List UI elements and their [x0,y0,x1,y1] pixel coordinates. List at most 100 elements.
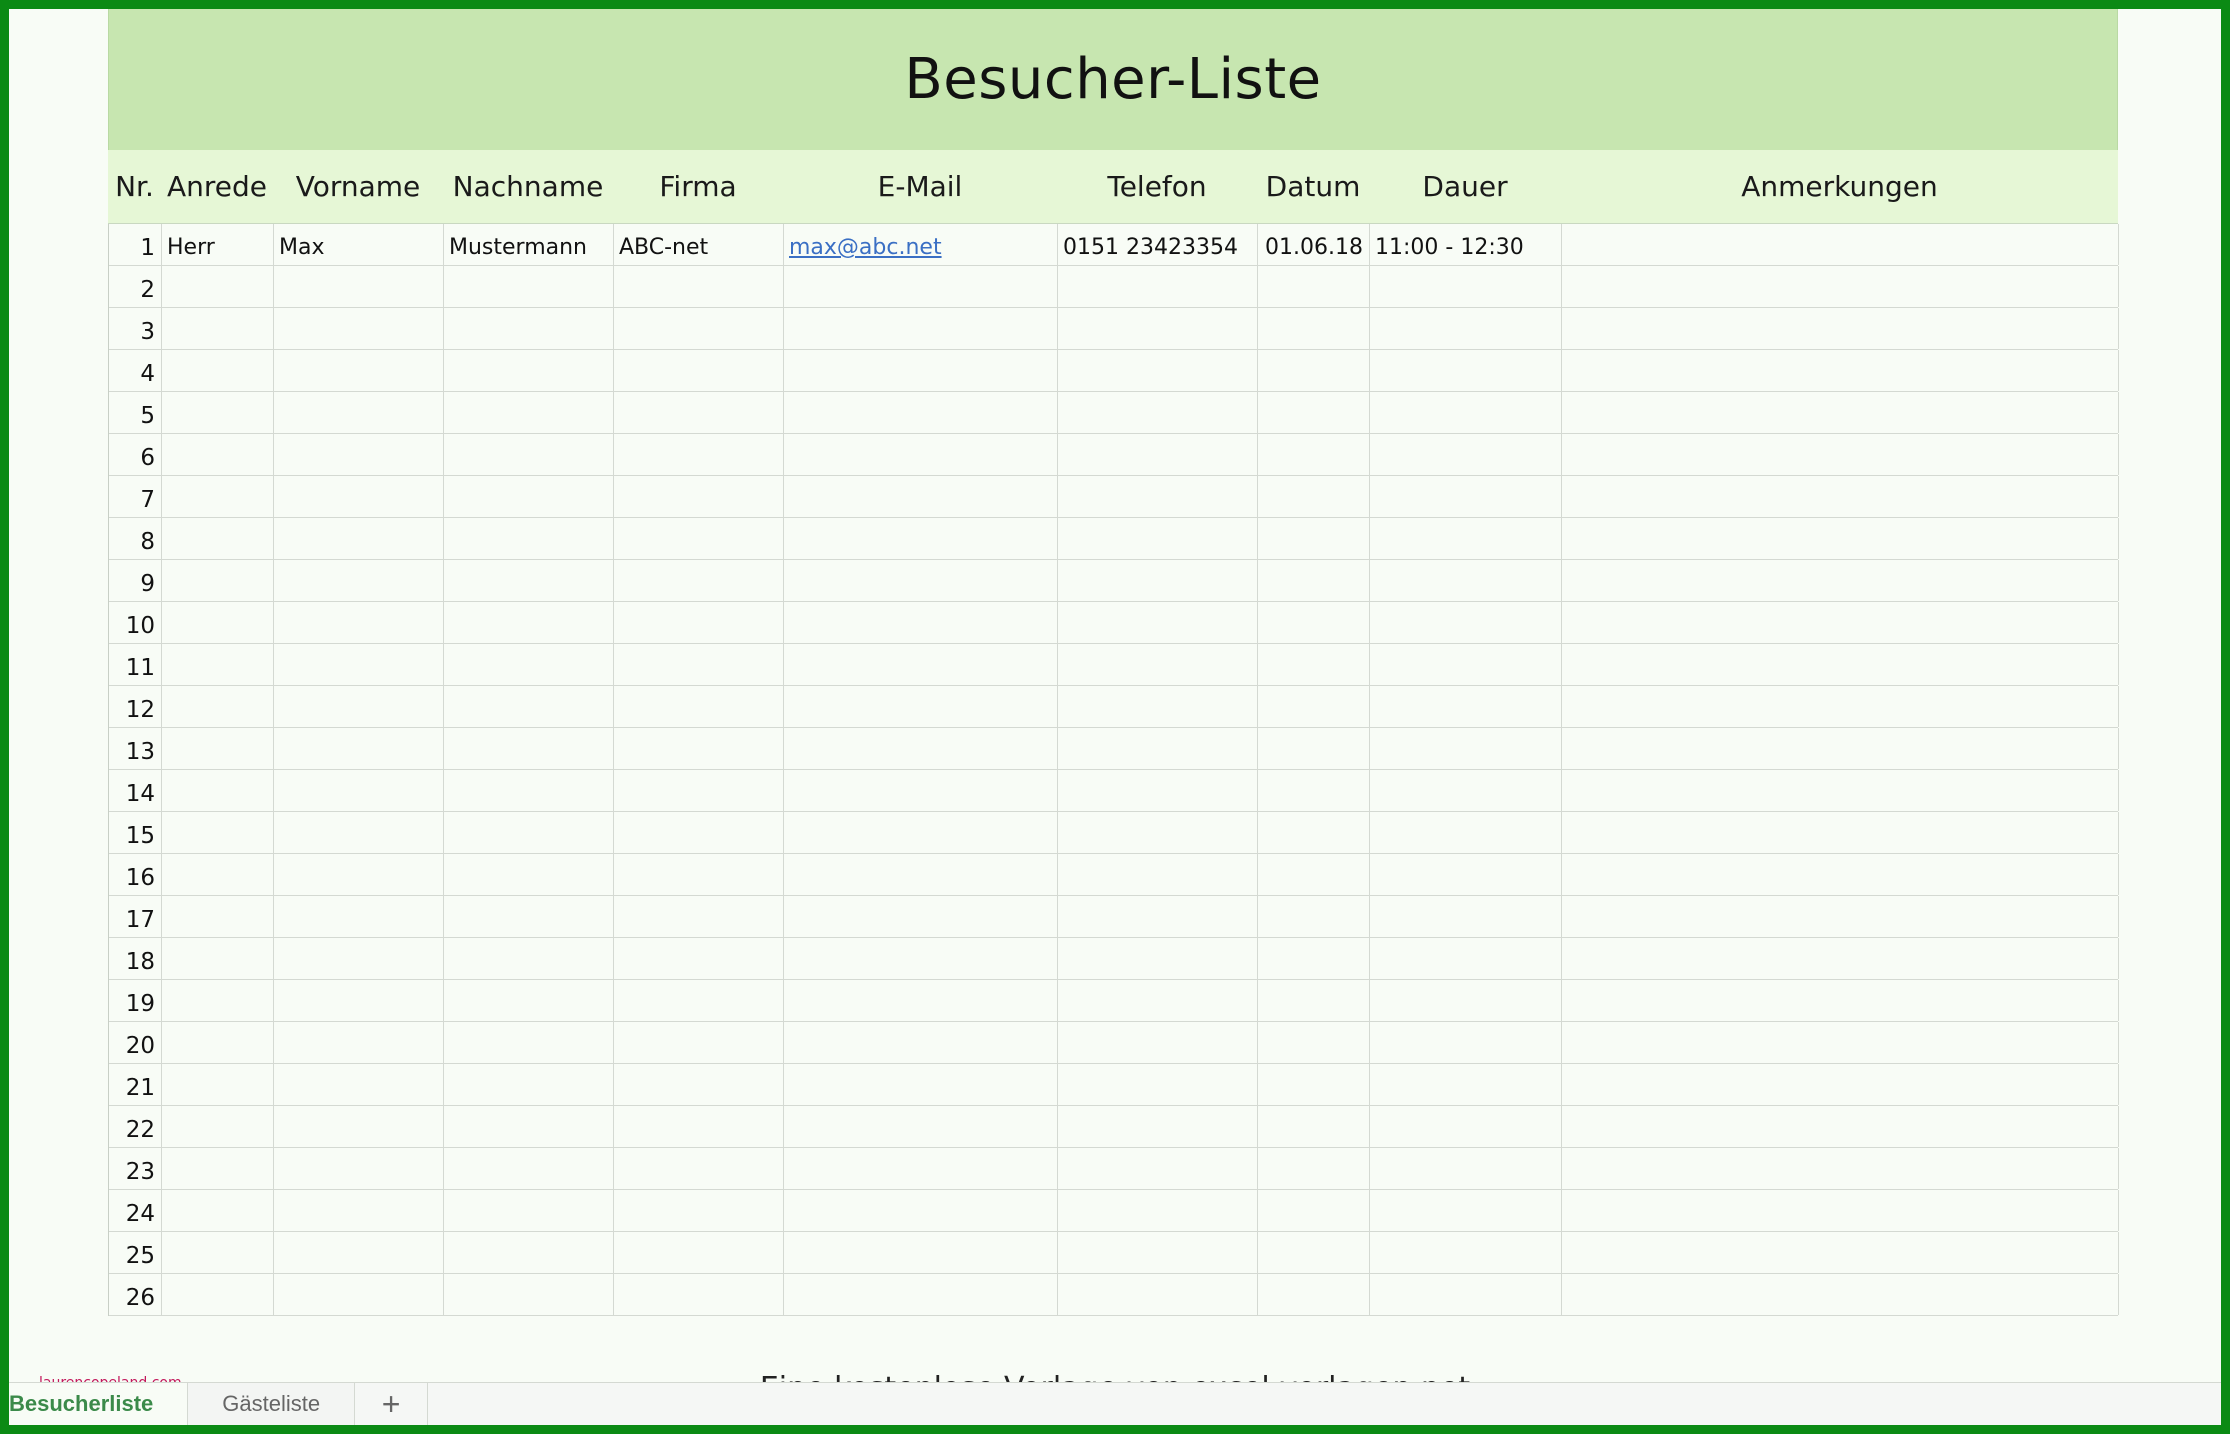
cell-firma[interactable] [614,854,784,895]
cell-email[interactable] [784,434,1058,475]
cell-firma[interactable] [614,1064,784,1105]
cell-email[interactable] [784,854,1058,895]
cell-telefon[interactable] [1058,854,1258,895]
cell-nachname[interactable]: Mustermann [444,224,614,265]
column-header-anmerkungen[interactable]: Anmerkungen [1561,150,2118,223]
cell-dauer[interactable] [1370,308,1562,349]
cell-email[interactable] [784,896,1058,937]
cell-firma[interactable] [614,518,784,559]
cell-telefon[interactable] [1058,1190,1258,1231]
cell-anmerkungen[interactable] [1562,1274,2119,1315]
cell-anrede[interactable] [162,1190,274,1231]
cell-dauer[interactable] [1370,686,1562,727]
column-header-firma[interactable]: Firma [613,150,783,223]
cell-firma[interactable] [614,308,784,349]
cell-vorname[interactable] [274,1022,444,1063]
cell-telefon[interactable] [1058,1022,1258,1063]
cell-datum[interactable] [1258,1106,1370,1147]
cell-firma[interactable] [614,1190,784,1231]
column-header-telefon[interactable]: Telefon [1057,150,1257,223]
cell-anmerkungen[interactable] [1562,602,2119,643]
cell-nr[interactable]: 13 [109,728,162,769]
cell-anrede[interactable] [162,728,274,769]
cell-email[interactable] [784,644,1058,685]
cell-vorname[interactable] [274,1064,444,1105]
cell-nr[interactable]: 23 [109,1148,162,1189]
cell-vorname[interactable] [274,854,444,895]
cell-anrede[interactable] [162,1274,274,1315]
cell-vorname[interactable] [274,980,444,1021]
cell-nr[interactable]: 22 [109,1106,162,1147]
cell-anmerkungen[interactable] [1562,644,2119,685]
cell-vorname[interactable] [274,686,444,727]
cell-telefon[interactable] [1058,938,1258,979]
cell-anrede[interactable]: Herr [162,224,274,265]
cell-anmerkungen[interactable] [1562,1022,2119,1063]
cell-firma[interactable] [614,1148,784,1189]
cell-dauer[interactable] [1370,770,1562,811]
cell-firma[interactable] [614,938,784,979]
cell-dauer[interactable] [1370,560,1562,601]
cell-anmerkungen[interactable] [1562,266,2119,307]
cell-anrede[interactable] [162,350,274,391]
cell-dauer[interactable] [1370,1232,1562,1273]
cell-anrede[interactable] [162,980,274,1021]
cell-firma[interactable] [614,476,784,517]
cell-anmerkungen[interactable] [1562,392,2119,433]
cell-anmerkungen[interactable] [1562,1190,2119,1231]
cell-telefon[interactable] [1058,812,1258,853]
tab-besucherliste[interactable]: Besucherliste [9,1383,189,1425]
cell-firma[interactable]: ABC-net [614,224,784,265]
cell-nachname[interactable] [444,434,614,475]
cell-dauer[interactable] [1370,1274,1562,1315]
cell-nr[interactable]: 6 [109,434,162,475]
column-header-nachname[interactable]: Nachname [443,150,613,223]
cell-nr[interactable]: 10 [109,602,162,643]
cell-nachname[interactable] [444,1064,614,1105]
cell-datum[interactable] [1258,980,1370,1021]
cell-anrede[interactable] [162,308,274,349]
cell-anrede[interactable] [162,476,274,517]
cell-anrede[interactable] [162,392,274,433]
cell-anmerkungen[interactable] [1562,224,2119,265]
cell-firma[interactable] [614,770,784,811]
cell-nachname[interactable] [444,1106,614,1147]
cell-nachname[interactable] [444,518,614,559]
cell-vorname[interactable]: Max [274,224,444,265]
cell-email[interactable] [784,1148,1058,1189]
cell-nachname[interactable] [444,854,614,895]
cell-firma[interactable] [614,434,784,475]
cell-anrede[interactable] [162,686,274,727]
cell-nachname[interactable] [444,686,614,727]
cell-datum[interactable] [1258,560,1370,601]
cell-anrede[interactable] [162,644,274,685]
cell-datum[interactable] [1258,896,1370,937]
cell-anmerkungen[interactable] [1562,308,2119,349]
cell-dauer[interactable] [1370,938,1562,979]
tab-gaesteliste[interactable]: Gästeliste [188,1383,356,1425]
cell-dauer[interactable] [1370,812,1562,853]
cell-datum[interactable] [1258,854,1370,895]
cell-vorname[interactable] [274,476,444,517]
cell-telefon[interactable] [1058,896,1258,937]
cell-nachname[interactable] [444,266,614,307]
cell-vorname[interactable] [274,644,444,685]
cell-nr[interactable]: 21 [109,1064,162,1105]
cell-nr[interactable]: 4 [109,350,162,391]
cell-anmerkungen[interactable] [1562,854,2119,895]
cell-dauer[interactable] [1370,392,1562,433]
cell-vorname[interactable] [274,1232,444,1273]
cell-firma[interactable] [614,350,784,391]
cell-datum[interactable] [1258,812,1370,853]
cell-nachname[interactable] [444,728,614,769]
cell-datum[interactable]: 01.06.18 [1258,224,1370,265]
cell-nachname[interactable] [444,1022,614,1063]
cell-anmerkungen[interactable] [1562,350,2119,391]
cell-anrede[interactable] [162,938,274,979]
cell-nachname[interactable] [444,1190,614,1231]
cell-nachname[interactable] [444,1148,614,1189]
cell-vorname[interactable] [274,728,444,769]
cell-firma[interactable] [614,1022,784,1063]
cell-anrede[interactable] [162,1064,274,1105]
cell-anmerkungen[interactable] [1562,476,2119,517]
